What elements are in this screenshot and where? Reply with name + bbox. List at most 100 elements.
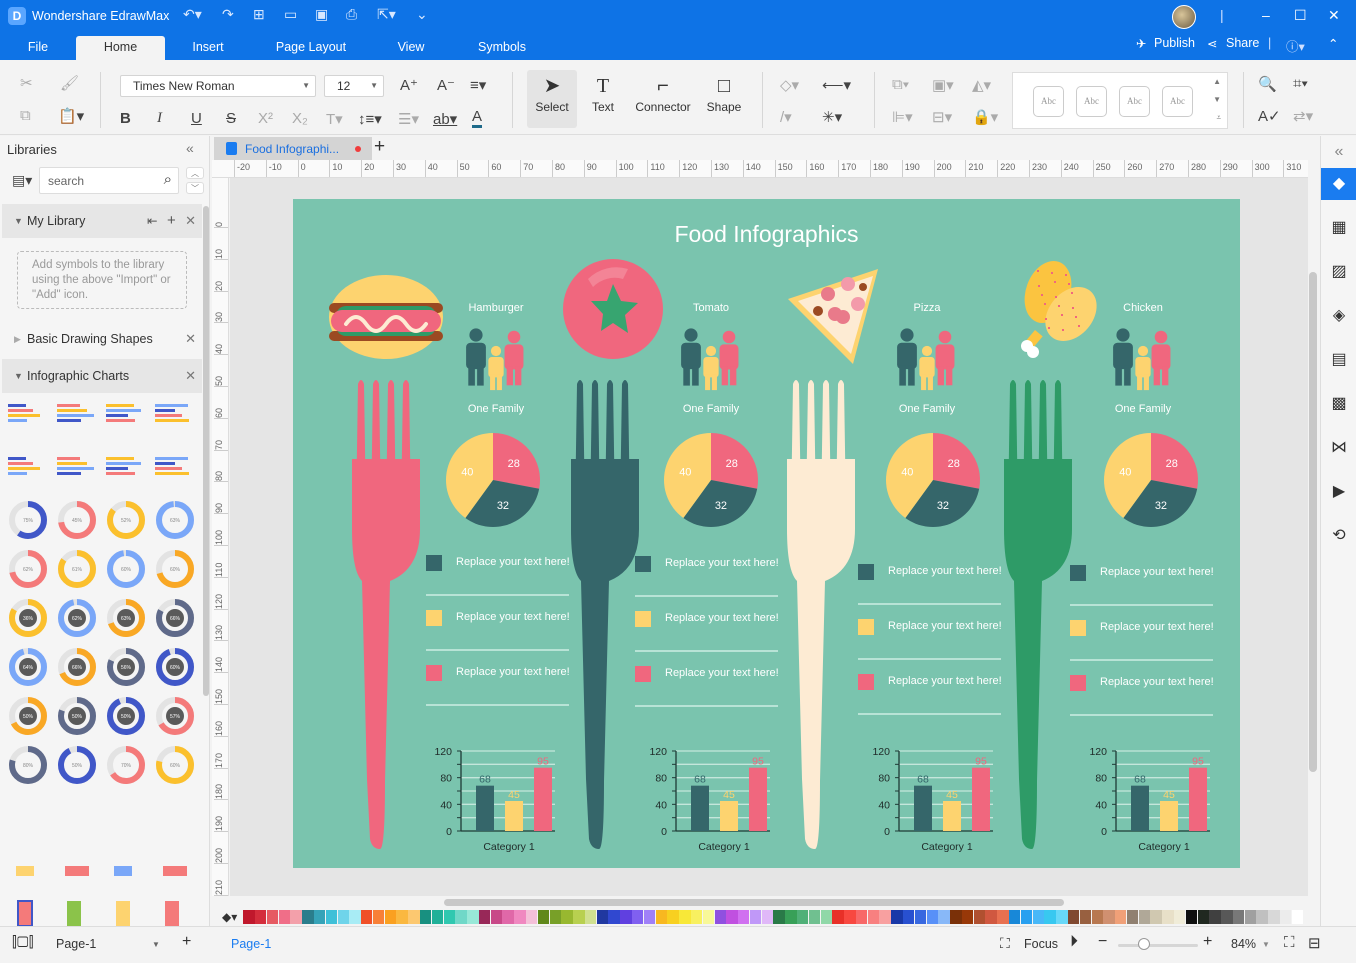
bold-icon[interactable]: B [120,110,131,127]
legend-item[interactable]: Replace your text here! [1070,673,1220,693]
infographic-page[interactable]: Food Infographics 28 32 40 28 32 40 28 32 40 28 32… [293,199,1240,868]
color-swatch[interactable] [1221,910,1233,924]
color-swatch[interactable] [526,910,538,924]
color-swatch[interactable] [761,910,774,924]
color-swatch[interactable] [1032,910,1044,924]
paste-icon[interactable]: 📋▾ [58,107,84,125]
open-folder-icon[interactable]: ▭ [284,6,297,23]
color-swatch[interactable] [408,910,420,924]
legend-text[interactable]: Replace your text here! [1100,566,1214,578]
new-icon[interactable]: ⊞ [253,6,265,23]
color-swatch[interactable] [997,910,1009,924]
redo-icon[interactable]: ↷ [222,6,234,23]
legend-text[interactable]: Replace your text here! [888,565,1002,577]
color-swatch[interactable] [419,910,432,924]
color-swatch[interactable] [749,910,762,924]
color-swatch[interactable] [1209,910,1221,924]
user-avatar[interactable] [1172,5,1196,29]
color-swatch[interactable] [490,910,503,924]
fit-width-icon[interactable]: ⊟ [1308,934,1321,952]
legend-text[interactable]: Replace your text here! [456,556,570,568]
scroll-up-icon[interactable]: ︿ [186,167,204,179]
color-swatch[interactable] [938,910,950,924]
section-my-library[interactable]: ▼ My Library ⇤ + ✕ [2,204,202,238]
food-name-label[interactable]: Tomato [661,302,761,314]
line-color-icon[interactable]: /▾ [780,108,792,126]
align-objects-icon[interactable]: ⊫▾ [892,108,913,126]
flip-icon[interactable]: ◭▾ [972,76,991,94]
customize-icon[interactable]: ⌄ [416,6,428,23]
color-swatch[interactable] [1056,910,1068,924]
tab-page-layout[interactable]: Page Layout [270,36,352,60]
bullets-icon[interactable]: ☰▾ [398,110,419,128]
distribute-icon[interactable]: ⊟▾ [932,108,952,126]
gallery-down-icon[interactable]: ▼ [1213,95,1221,104]
play-icon[interactable]: ⏵ [1070,933,1078,951]
focus-icon[interactable]: ⛶ [1000,935,1010,952]
color-swatch[interactable] [796,910,809,924]
color-swatch[interactable] [773,910,785,924]
zoom-slider-handle[interactable] [1138,938,1151,950]
close-section-icon[interactable]: ✕ [185,359,196,393]
food-name-label[interactable]: Pizza [877,302,977,314]
color-swatch[interactable] [1044,910,1056,924]
color-swatch[interactable] [702,910,715,924]
legend-item[interactable]: Replace your text here! [426,608,576,628]
gallery-up-icon[interactable]: ▲ [1213,77,1221,86]
new-tab-button[interactable]: + [374,136,385,158]
subscript-icon[interactable]: X₂ [292,110,308,127]
connector-tool[interactable]: ⌐ Connector [633,70,693,128]
color-swatch[interactable] [1173,910,1186,924]
color-swatch[interactable] [679,910,691,924]
family-label[interactable]: One Family [1093,403,1193,415]
legend-item[interactable]: Replace your text here! [426,553,576,573]
color-swatch[interactable] [1268,910,1280,924]
color-swatch[interactable] [690,910,703,924]
image-icon[interactable]: ▨ [1321,256,1356,288]
replace-shape-icon[interactable]: ⇄▾ [1293,107,1313,125]
tab-home[interactable]: Home [76,36,165,60]
legend-item[interactable]: Replace your text here! [1070,618,1220,638]
legend-text[interactable]: Replace your text here! [1100,676,1214,688]
scroll-down-icon[interactable]: ﹀ [186,182,204,194]
color-swatch[interactable] [478,910,491,924]
zoom-slider-track[interactable] [1118,944,1198,947]
print-icon[interactable]: ⎙ [346,6,357,23]
color-swatch[interactable] [1244,910,1257,924]
color-swatch[interactable] [608,910,620,924]
color-swatch[interactable] [950,910,962,924]
color-swatch[interactable] [313,910,326,924]
color-swatch[interactable] [584,910,597,924]
tab-symbols[interactable]: Symbols [472,36,532,60]
import-icon[interactable]: ⇤ [147,204,157,238]
style-sample[interactable]: Abc [1076,86,1107,117]
decrease-font-icon[interactable]: A⁻ [437,76,455,94]
color-swatch[interactable] [1150,910,1162,924]
food-name-label[interactable]: Chicken [1093,302,1193,314]
color-swatch[interactable] [855,910,868,924]
color-swatch[interactable] [973,910,986,924]
page-select[interactable]: Page-1 [56,937,96,951]
presentation-icon[interactable]: ▶ [1321,476,1356,508]
color-swatch[interactable] [455,910,467,924]
legend-item[interactable]: Replace your text here! [635,664,785,684]
close-button[interactable]: ✕ [1328,7,1340,24]
vertical-scrollbar[interactable] [1309,272,1317,772]
color-swatch[interactable] [1197,910,1209,924]
legend-text[interactable]: Replace your text here! [665,612,779,624]
family-label[interactable]: One Family [661,403,761,415]
legend-item[interactable]: Replace your text here! [858,562,1008,582]
maximize-button[interactable]: ☐ [1294,7,1307,24]
legend-item[interactable]: Replace your text here! [426,663,576,683]
strikethrough-icon[interactable]: S [226,110,236,127]
color-swatch[interactable] [985,910,997,924]
color-swatch[interactable] [467,910,479,924]
mind-map-icon[interactable]: ⋈ [1321,432,1356,464]
section-infographic-charts[interactable]: ▼ Infographic Charts ✕ [2,359,202,393]
color-swatch[interactable] [596,910,609,924]
color-swatch[interactable] [243,910,255,924]
spell-check-icon[interactable]: A✓ [1258,107,1281,125]
color-swatch[interactable] [549,910,561,924]
color-swatch[interactable] [738,910,750,924]
color-swatch[interactable] [903,910,915,924]
